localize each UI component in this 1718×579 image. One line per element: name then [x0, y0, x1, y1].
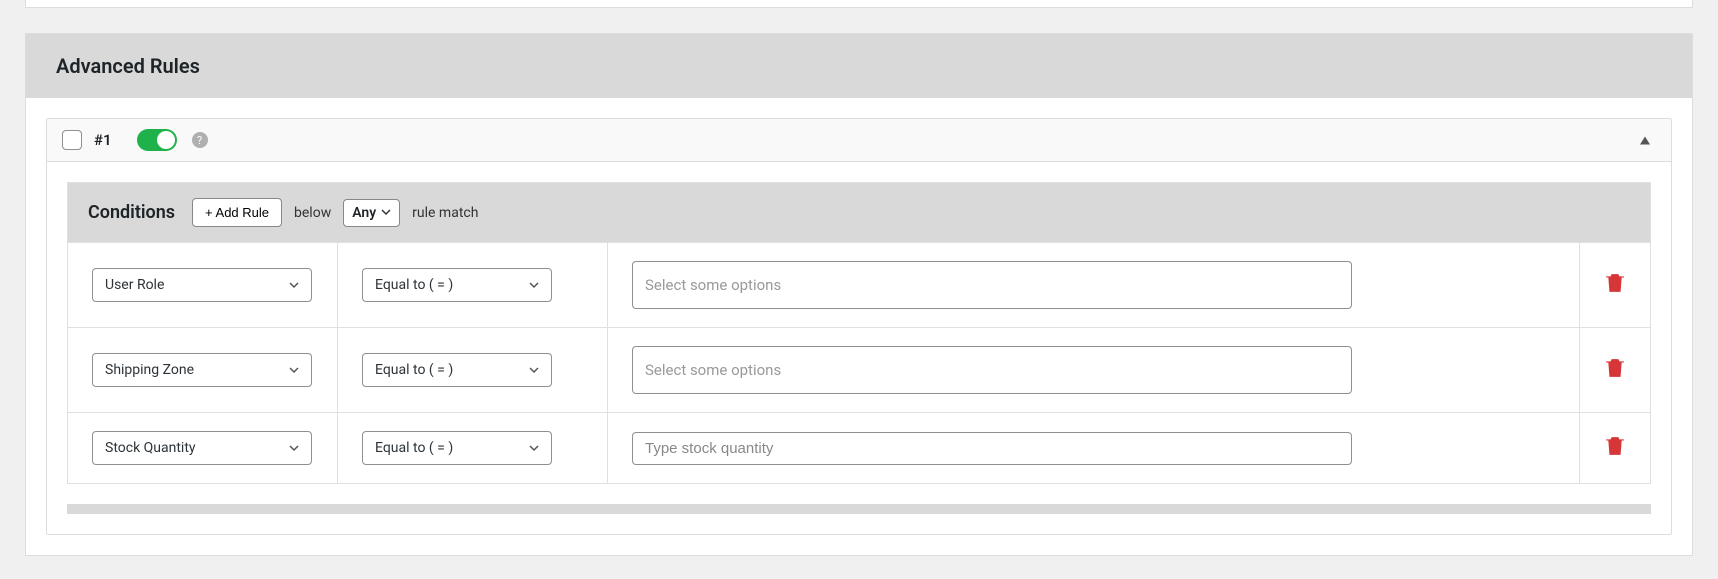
condition-row: User Role Equal to ( = ) Select some op	[68, 242, 1650, 327]
operator-value: Equal to ( = )	[375, 277, 453, 293]
value-multiselect[interactable]: Select some options	[632, 261, 1352, 309]
condition-row: Shipping Zone Equal to ( = ) Select som	[68, 327, 1650, 412]
value-cell: Select some options	[608, 328, 1580, 412]
field-cell: Stock Quantity	[68, 413, 338, 483]
below-label: below	[294, 205, 331, 221]
next-section-header	[67, 504, 1651, 514]
delete-row-button[interactable]	[1606, 358, 1624, 382]
panel-title: Advanced Rules	[26, 34, 1692, 98]
match-type-select[interactable]: Any	[343, 199, 400, 227]
operator-value: Equal to ( = )	[375, 362, 453, 378]
chevron-down-icon	[289, 282, 299, 289]
delete-row-button[interactable]	[1606, 436, 1624, 460]
toggle-knob	[157, 131, 175, 149]
chevron-down-icon	[529, 282, 539, 289]
condition-row: Stock Quantity Equal to ( = )	[68, 412, 1650, 483]
rule-card: #1 ? Conditions + Add Rule below Any	[46, 118, 1672, 535]
operator-select[interactable]: Equal to ( = )	[362, 353, 552, 387]
operator-cell: Equal to ( = )	[338, 328, 608, 412]
delete-cell	[1580, 328, 1650, 412]
conditions-title: Conditions	[88, 202, 175, 223]
operator-cell: Equal to ( = )	[338, 243, 608, 327]
trash-icon	[1606, 273, 1624, 293]
operator-select[interactable]: Equal to ( = )	[362, 431, 552, 465]
value-cell	[608, 413, 1580, 483]
conditions-header: Conditions + Add Rule below Any rule mat…	[68, 183, 1650, 242]
field-value: Stock Quantity	[105, 440, 196, 456]
field-value: User Role	[105, 277, 164, 293]
value-cell: Select some options	[608, 243, 1580, 327]
rule-select-checkbox[interactable]	[62, 130, 82, 150]
value-text-input[interactable]	[632, 432, 1352, 465]
field-select[interactable]: Shipping Zone	[92, 353, 312, 387]
previous-panel-fragment	[25, 0, 1693, 8]
rules-container: #1 ? Conditions + Add Rule below Any	[26, 98, 1692, 555]
chevron-down-icon	[529, 367, 539, 374]
rule-header: #1 ?	[47, 119, 1671, 162]
advanced-rules-panel: Advanced Rules #1 ? Conditions + Add Rul…	[25, 33, 1693, 556]
chevron-down-icon	[381, 209, 391, 216]
field-cell: User Role	[68, 243, 338, 327]
chevron-down-icon	[289, 445, 299, 452]
conditions-table: Conditions + Add Rule below Any rule mat…	[67, 182, 1651, 484]
field-select[interactable]: Stock Quantity	[92, 431, 312, 465]
delete-cell	[1580, 243, 1650, 327]
operator-value: Equal to ( = )	[375, 440, 453, 456]
field-cell: Shipping Zone	[68, 328, 338, 412]
add-rule-button[interactable]: + Add Rule	[192, 198, 282, 227]
match-type-value: Any	[352, 205, 376, 221]
trash-icon	[1606, 436, 1624, 456]
field-select[interactable]: User Role	[92, 268, 312, 302]
help-icon[interactable]: ?	[192, 132, 208, 148]
chevron-down-icon	[529, 445, 539, 452]
rule-id-label: #1	[94, 131, 112, 149]
chevron-down-icon	[289, 367, 299, 374]
rule-match-label: rule match	[412, 205, 478, 221]
field-value: Shipping Zone	[105, 362, 194, 378]
operator-cell: Equal to ( = )	[338, 413, 608, 483]
collapse-icon[interactable]	[1639, 131, 1651, 150]
trash-icon	[1606, 358, 1624, 378]
rule-body: Conditions + Add Rule below Any rule mat…	[47, 162, 1671, 534]
delete-row-button[interactable]	[1606, 273, 1624, 297]
value-multiselect[interactable]: Select some options	[632, 346, 1352, 394]
rule-enable-toggle[interactable]	[137, 129, 177, 151]
delete-cell	[1580, 413, 1650, 483]
operator-select[interactable]: Equal to ( = )	[362, 268, 552, 302]
